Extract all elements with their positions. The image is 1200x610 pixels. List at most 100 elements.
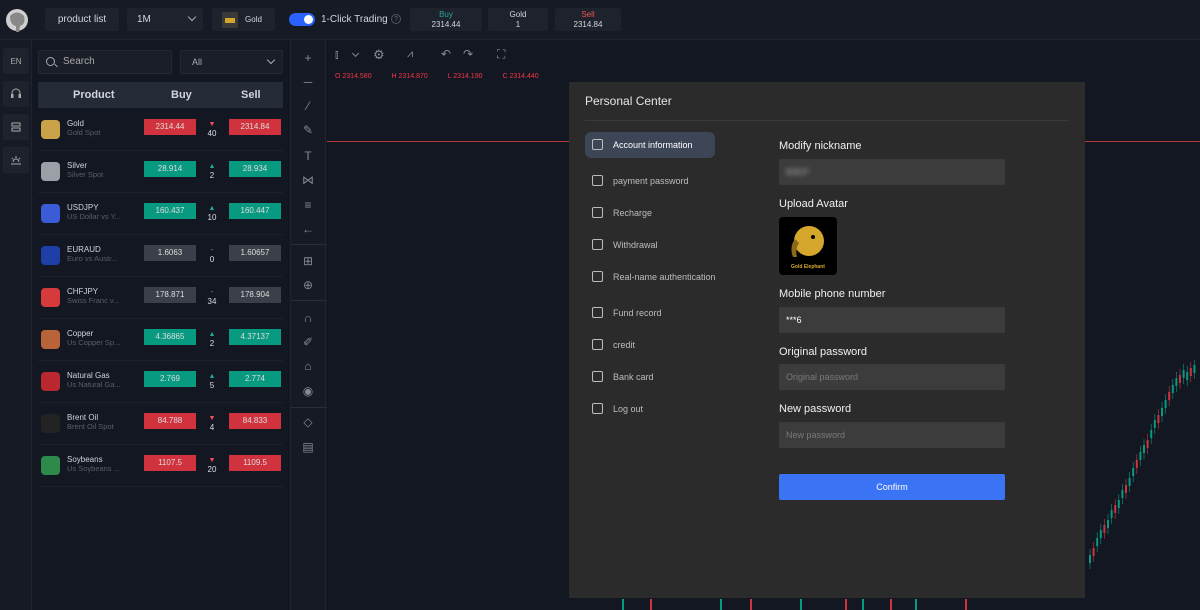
candle-body — [1132, 468, 1135, 476]
buy-price-button[interactable]: 178.871 — [144, 287, 196, 303]
fullscreen-icon[interactable]: ⛶ — [497, 47, 505, 62]
language-button[interactable]: EN — [3, 48, 29, 74]
buy-price-button[interactable]: 84.788 — [144, 413, 196, 429]
product-row[interactable]: Gold Gold Spot 2314.44 ▼ 40 2314.84 — [38, 109, 283, 151]
layers-icon[interactable]: ◇ — [300, 414, 316, 430]
phone-value: ***6 — [786, 315, 802, 325]
buy-price-button[interactable]: 2314.44 — [144, 119, 196, 135]
sell-price-button[interactable]: 4.37137 — [229, 329, 281, 345]
original-password-input[interactable] — [779, 364, 1005, 390]
trash-icon[interactable]: ▤ — [300, 439, 316, 455]
product-list-button[interactable]: product list — [45, 8, 119, 31]
new-password-input[interactable] — [779, 422, 1005, 448]
product-icon — [41, 330, 60, 349]
avatar-brand-text: Gold Elephant — [791, 264, 825, 270]
indicators-icon[interactable]: ⩘ — [407, 48, 413, 61]
pattern-icon[interactable]: ⋈ — [300, 172, 316, 188]
product-row[interactable]: Silver Silver Spot 28.914 ▲ 2 28.934 — [38, 151, 283, 193]
product-row[interactable]: Soybeans Us Soybeans ... 1107.5 ▼ 20 1109.5 — [38, 445, 283, 487]
product-row[interactable]: Copper Us Copper Sp... 4.36865 ▲ 2 4.37137 — [38, 319, 283, 361]
candle-body — [1143, 445, 1145, 453]
buy-price-button[interactable]: 160.437 — [144, 203, 196, 219]
crosshair-icon[interactable]: + — [300, 50, 316, 66]
quote-sell[interactable]: Sell 2314.84 — [555, 8, 621, 31]
menu-item[interactable]: payment password — [585, 168, 715, 194]
buy-price-button[interactable]: 4.36865 — [144, 329, 196, 345]
sell-price-button[interactable]: 28.934 — [229, 161, 281, 177]
symbol-selector[interactable]: Gold — [212, 8, 275, 31]
tag-icon — [592, 207, 603, 218]
candle-type-icon[interactable]: ⫾ — [335, 49, 339, 62]
menu-item[interactable]: credit — [585, 332, 715, 358]
buy-price-button[interactable]: 1.6063 — [144, 245, 196, 261]
product-icon — [41, 372, 60, 391]
pencil-lock-icon[interactable]: ✐ — [300, 334, 316, 350]
spread-value: ▲ 2 — [202, 330, 222, 348]
menu-item[interactable]: Withdrawal — [585, 232, 715, 258]
zoom-icon[interactable]: ⊕ — [300, 277, 316, 293]
product-row[interactable]: USDJPY US Dollar vs Y... 160.437 ▲ 10 160.447 — [38, 193, 283, 235]
eye-icon[interactable]: ◉ — [300, 383, 316, 399]
sell-price-button[interactable]: 1.60657 — [229, 245, 281, 261]
menu-item[interactable]: Recharge — [585, 200, 715, 226]
fib-icon[interactable]: ≡ — [300, 197, 316, 213]
help-icon[interactable]: ? — [391, 14, 401, 24]
buy-price-button[interactable]: 28.914 — [144, 161, 196, 177]
timeframe-select[interactable]: 1M — [127, 8, 203, 31]
sell-price-button[interactable]: 2314.84 — [229, 119, 281, 135]
menu-item[interactable]: Real-name authentication — [585, 264, 716, 298]
sell-price-button[interactable]: 160.447 — [229, 203, 281, 219]
trend-arrow-icon: ▲ — [208, 163, 216, 170]
buy-price-button[interactable]: 1107.5 — [144, 455, 196, 471]
menu-item[interactable]: Bank card — [585, 364, 715, 390]
product-row[interactable]: EURAUD Euro vs Austr... 1.6063 -0 1.60657 — [38, 235, 283, 277]
candle-body — [1161, 408, 1163, 416]
menu-item[interactable]: Account information — [585, 132, 715, 158]
candle-body — [1182, 370, 1185, 378]
phone-field[interactable]: ***6 — [779, 307, 1005, 333]
redo-icon[interactable]: ↷ — [463, 47, 473, 61]
text-icon[interactable]: T — [300, 148, 316, 164]
stack-icon[interactable] — [3, 114, 29, 140]
brush-icon[interactable]: ✎ — [300, 122, 316, 138]
sell-price-button[interactable]: 1109.5 — [229, 455, 281, 471]
quote-buy[interactable]: Buy 2314.44 — [410, 8, 482, 31]
chevron-down-icon — [266, 55, 276, 65]
candle-body — [1168, 392, 1171, 400]
confirm-button[interactable]: Confirm — [779, 474, 1005, 500]
menu-item[interactable]: Log out — [585, 396, 715, 422]
product-row[interactable]: Natural Gas Us Natural Ga... 2.769 ▲ 5 2.774 — [38, 361, 283, 403]
product-name: Brent Oil — [67, 413, 99, 422]
product-row[interactable]: Brent Oil Brent Oil Spot 84.788 ▼ 4 84.833 — [38, 403, 283, 445]
horizontal-line-icon[interactable]: ─ — [300, 74, 316, 90]
chevron-down-icon[interactable] — [351, 49, 360, 58]
sell-price-button[interactable]: 178.904 — [229, 287, 281, 303]
menu-item[interactable]: Fund record — [585, 300, 715, 326]
trend-arrow-icon: ▲ — [208, 373, 216, 380]
avatar-upload[interactable]: Gold Elephant — [779, 217, 837, 275]
buy-price-button[interactable]: 2.769 — [144, 371, 196, 387]
sell-price-button[interactable]: 84.833 — [229, 413, 281, 429]
product-row[interactable]: CHFJPY Swiss Franc v... 178.871 -34 178.904 — [38, 277, 283, 319]
sunrise-icon[interactable] — [3, 147, 29, 173]
symbol-label: Gold — [245, 15, 262, 24]
product-search-box[interactable]: Search — [38, 50, 172, 74]
one-click-trading-toggle[interactable] — [289, 13, 315, 26]
arrow-left-icon[interactable]: ← — [300, 221, 316, 237]
search-icon — [46, 57, 55, 66]
nickname-label: Modify nickname — [779, 140, 862, 152]
lock-icon[interactable]: ⌂ — [300, 358, 316, 374]
sell-price-button[interactable]: 2.774 — [229, 371, 281, 387]
headset-icon[interactable] — [3, 81, 29, 107]
candle-body — [1121, 490, 1124, 498]
magnet-icon[interactable]: ∩ — [300, 310, 316, 326]
measure-icon[interactable]: ⊞ — [300, 253, 316, 269]
multi-line-icon[interactable]: ⁄ — [300, 98, 316, 114]
left-rail: EN — [0, 40, 32, 610]
original-password-label: Original password — [779, 346, 868, 358]
category-filter-select[interactable]: All — [180, 50, 283, 74]
settings-gear-icon[interactable]: ⚙ — [373, 47, 385, 63]
undo-icon[interactable]: ↶ — [441, 47, 451, 61]
nickname-field[interactable]: 8353* — [779, 159, 1005, 185]
spread-number: 5 — [209, 381, 215, 390]
